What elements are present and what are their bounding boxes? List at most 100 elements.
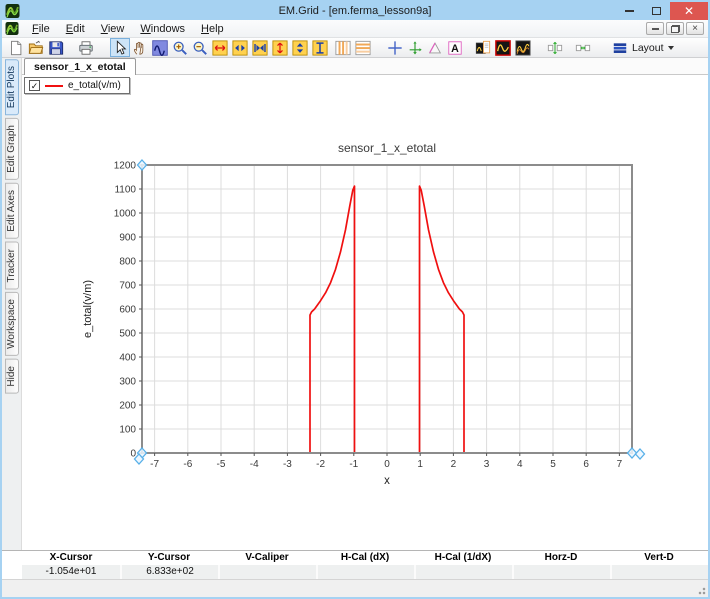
x-tick-label: -7 (150, 459, 159, 470)
save-button[interactable] (46, 38, 66, 57)
status-value-y-cursor: 6.833e+02 (120, 565, 218, 579)
zoom-window-button[interactable] (150, 38, 170, 57)
y-tick-label: 200 (119, 401, 136, 412)
x-axis-label: x (384, 475, 390, 487)
document-tab[interactable]: sensor_1_x_etotal (24, 58, 136, 75)
sidebar-tab-workspace[interactable]: Workspace (4, 292, 19, 357)
close-button[interactable]: ✕ (670, 2, 708, 20)
space-horizontal-icon (575, 40, 591, 56)
space-vertical-icon (547, 40, 563, 56)
sidebar-tab-edit-plots[interactable]: Edit Plots (4, 59, 19, 116)
legend-line-sample (45, 84, 63, 87)
x-tick-label: 1 (417, 459, 423, 470)
dark-curve-icon (495, 40, 511, 56)
y-tick-label: 1100 (114, 185, 136, 196)
mdi-restore-button[interactable] (666, 22, 684, 35)
x-tick-label: 5 (550, 459, 556, 470)
new-file-button[interactable] (6, 38, 26, 57)
expand-y-button[interactable] (270, 38, 290, 57)
sidebar-tab-edit-axes[interactable]: Edit Axes (4, 183, 19, 239)
status-header-v-caliper: V-Caliper (218, 551, 316, 565)
menu-file[interactable]: File (24, 21, 58, 37)
menu-windows[interactable]: Windows (132, 21, 193, 37)
mdi-close-button[interactable]: × (686, 22, 704, 35)
tracker-axes-button[interactable] (405, 38, 425, 57)
zoom-in-button[interactable] (170, 38, 190, 57)
space-vertical-button[interactable] (545, 38, 565, 57)
zoom-out-icon (192, 40, 208, 56)
y-tick-label: 500 (119, 329, 136, 340)
y-tick-label: 700 (119, 281, 136, 292)
fit-x-icon (252, 40, 268, 56)
maximize-icon (652, 7, 661, 15)
expand-x-icon (212, 40, 228, 56)
new-file-icon (8, 40, 24, 56)
plot-region[interactable]: ✓ e_total(v/m) -7 -6 -5 -4 -3 -2 -1 0 1 2 3 4 5 6 7 0 10… (22, 75, 708, 550)
menu-edit[interactable]: Edit (58, 21, 93, 37)
sidebar-tab-tracker[interactable]: Tracker (4, 241, 19, 290)
delta-triangle-icon (427, 40, 443, 56)
toolbar: Layout (2, 38, 708, 58)
zoom-window-icon (152, 40, 168, 56)
chart-title: sensor_1_x_etotal (338, 141, 436, 155)
vertical-bands-button[interactable] (333, 38, 353, 57)
menu-view[interactable]: View (93, 21, 133, 37)
dark-plot-button[interactable] (493, 38, 513, 57)
open-file-button[interactable] (26, 38, 46, 57)
minimize-button[interactable] (616, 2, 643, 20)
status-leading-cell (2, 551, 22, 565)
y-tick-label: 400 (119, 353, 136, 364)
compress-x-icon (232, 40, 248, 56)
legend-label: e_total(v/m) (68, 80, 121, 91)
select-tool-button[interactable] (110, 38, 130, 57)
hand-icon (132, 40, 148, 56)
vertical-bands-icon (335, 40, 351, 56)
horizontal-bands-button[interactable] (353, 38, 373, 57)
fit-y-button[interactable] (310, 38, 330, 57)
x-tick-label: 3 (484, 459, 490, 470)
fit-x-button[interactable] (250, 38, 270, 57)
letter-a-icon (447, 40, 463, 56)
menubar: File Edit View Windows Help × (2, 20, 708, 38)
print-button[interactable] (76, 38, 96, 57)
close-icon: ✕ (683, 4, 695, 18)
x-tick-label: 6 (583, 459, 589, 470)
zoom-out-button[interactable] (190, 38, 210, 57)
slope-tool-button[interactable] (425, 38, 445, 57)
maximize-button[interactable] (643, 2, 670, 20)
status-value-horz-d (512, 565, 610, 579)
space-horizontal-button[interactable] (573, 38, 593, 57)
pan-tool-button[interactable] (130, 38, 150, 57)
sidebar-tab-edit-graph[interactable]: Edit Graph (4, 118, 19, 181)
resize-grip[interactable] (696, 585, 706, 595)
main-area: sensor_1_x_etotal ✓ e_total(v/m) -7 -6 -5 -… (22, 58, 708, 550)
sidebar-tab-hide[interactable]: Hide (4, 359, 19, 394)
legend-checkbox[interactable]: ✓ (29, 80, 40, 91)
chevron-down-icon (667, 45, 674, 50)
compress-x-button[interactable] (230, 38, 250, 57)
plot-page-icon (475, 40, 491, 56)
chart-canvas[interactable]: -7 -6 -5 -4 -3 -2 -1 0 1 2 3 4 5 6 7010020030040050060… (77, 135, 652, 491)
status-header-vert-d: Vert-D (610, 551, 708, 565)
axis-handle[interactable] (634, 448, 646, 460)
multi-plot-button[interactable] (513, 38, 533, 57)
mdi-minimize-icon (651, 27, 659, 30)
status-header-x-cursor: X-Cursor (22, 551, 120, 565)
plot-template-button[interactable] (473, 38, 493, 57)
y-tick-label: 300 (119, 377, 136, 388)
text-annotation-button[interactable] (445, 38, 465, 57)
mdi-minimize-button[interactable] (646, 22, 664, 35)
toolbar-buttons (6, 38, 593, 57)
crosshair-button[interactable] (385, 38, 405, 57)
x-tick-label: 4 (517, 459, 523, 470)
mdi-window-buttons: × (646, 22, 708, 35)
x-tick-label: -4 (250, 459, 259, 470)
compress-y-button[interactable] (290, 38, 310, 57)
tracker-axes-icon (407, 40, 423, 56)
menu-help[interactable]: Help (193, 21, 232, 37)
status-header-horz-d: Horz-D (512, 551, 610, 565)
sidebar-tabs: Edit Plots Edit Graph Edit Axes Tracker Work… (2, 58, 22, 550)
expand-y-icon (272, 40, 288, 56)
layout-button[interactable]: Layout (605, 38, 681, 57)
expand-x-button[interactable] (210, 38, 230, 57)
